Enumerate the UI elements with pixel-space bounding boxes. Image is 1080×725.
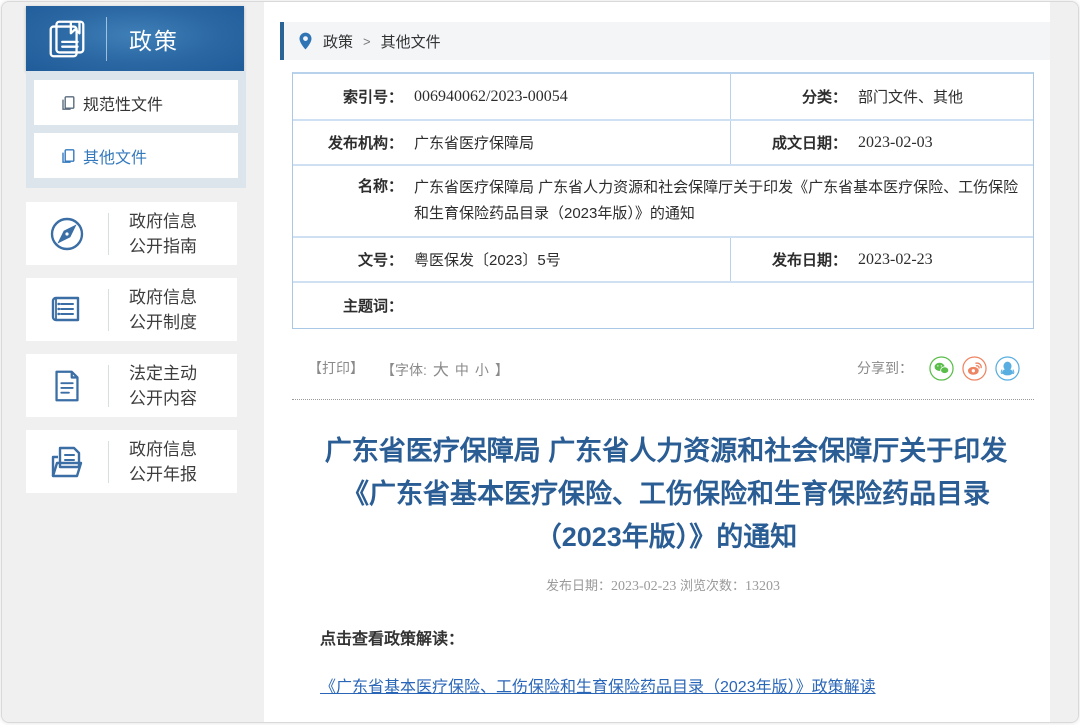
page: 政策 规范性文件 其他文件 [1, 1, 1079, 723]
sidebar-item-label: 其他文件 [83, 144, 147, 168]
sidebar-item-label: 政府信息 公开指南 [129, 209, 197, 259]
sidebar-item-label: 政府信息 公开年报 [129, 437, 197, 487]
meta-written-date: 成文日期： 2023-02-03 [730, 121, 1033, 164]
table-row: 名称： 广东省医疗保障局 广东省人力资源和社会保障厅关于印发《广东省基本医疗保险… [293, 164, 1033, 236]
breadcrumb-item-other-docs[interactable]: 其他文件 [381, 31, 441, 52]
table-row: 主题词： [293, 281, 1033, 328]
sidebar-item-statutory-disclosure[interactable]: 法定主动 公开内容 [26, 354, 237, 417]
article-title: 广东省医疗保障局 广东省人力资源和社会保障厅关于印发《广东省基本医疗保险、工伤保… [316, 430, 1016, 559]
share-label: 分享到： [857, 358, 913, 378]
meta-category: 分类： 部门文件、其他 [730, 74, 1033, 119]
views-label: 浏览次数： [680, 578, 745, 593]
policy-interpretation-intro: 点击查看政策解读： [320, 625, 1050, 649]
sidebar-header-title: 政策 [129, 22, 179, 56]
article-toolbar: 【打印】 【字体: 大中小】 分享到： [292, 355, 1034, 381]
font-size-medium-button[interactable]: 中 [455, 362, 469, 378]
meta-document-name: 名称： 广东省医疗保障局 广东省人力资源和社会保障厅关于印发《广东省基本医疗保险… [293, 166, 1033, 236]
table-row: 索引号： 006940062/2023-00054 分类： 部门文件、其他 [293, 74, 1033, 119]
file-icon [60, 95, 76, 111]
meta-publish-date: 发布日期： 2023-02-23 [730, 238, 1033, 281]
sidebar-nav-panel: 规范性文件 其他文件 [26, 71, 246, 188]
card-divider [108, 365, 109, 407]
qq-share-icon[interactable] [995, 356, 1020, 381]
sidebar-item-gov-info-guide[interactable]: 政府信息 公开指南 [26, 202, 237, 265]
article-meta: 发布日期：2023-02-23 浏览次数：13203 [292, 575, 1034, 595]
card-divider [108, 289, 109, 331]
location-pin-icon [298, 32, 313, 50]
font-size-controls: 【字体: 大中小】 [378, 356, 512, 380]
notebook-icon [26, 290, 108, 330]
font-suffix-label: 】 [495, 362, 509, 378]
sidebar-item-normative-docs[interactable]: 规范性文件 [34, 80, 238, 125]
publish-date-label: 发布日期： [546, 578, 611, 593]
sidebar-item-other-docs[interactable]: 其他文件 [34, 133, 238, 178]
main-content: 政策 > 其他文件 索引号： 006940062/2023-00054 分类： … [264, 2, 1050, 722]
meta-index-number: 索引号： 006940062/2023-00054 [293, 74, 730, 119]
font-prefix-label: 【字体: [381, 362, 427, 378]
sidebar-cards: 政府信息 公开指南 政府信息 公开制度 [26, 202, 237, 493]
table-row: 文号： 粤医保发〔2023〕5号 发布日期： 2023-02-23 [293, 236, 1033, 281]
compass-icon [26, 214, 108, 254]
sidebar-item-label: 法定主动 公开内容 [129, 361, 197, 411]
meta-issuing-agency: 发布机构： 广东省医疗保障局 [293, 121, 730, 164]
wechat-share-icon[interactable] [929, 356, 954, 381]
breadcrumb-separator: > [363, 34, 371, 49]
document-icon [26, 367, 108, 405]
news-link[interactable]: 3月1日起，广东执行新版医保药品目录，新增111个药！ [320, 721, 1050, 723]
sidebar-item-label: 政府信息 公开制度 [129, 285, 197, 335]
breadcrumb: 政策 > 其他文件 [280, 22, 1050, 60]
views-value: 13203 [745, 579, 780, 594]
sidebar-item-gov-info-system[interactable]: 政府信息 公开制度 [26, 278, 237, 341]
card-divider [108, 213, 109, 255]
policy-interpretation-link[interactable]: 《广东省基本医疗保险、工伤保险和生育保险药品目录（2023年版）》政策解读 [320, 673, 1050, 697]
section-divider [292, 399, 1034, 400]
breadcrumb-item-policy[interactable]: 政策 [323, 31, 353, 52]
file-icon [60, 148, 76, 164]
publish-date-value: 2023-02-23 [611, 579, 676, 594]
sidebar-header-policy: 政策 [26, 6, 244, 71]
sidebar: 政策 规范性文件 其他文件 [2, 2, 264, 722]
article-body: 点击查看政策解读： 《广东省基本医疗保险、工伤保险和生育保险药品目录（2023年… [320, 625, 1050, 723]
header-divider [106, 17, 107, 61]
right-gutter [1050, 2, 1078, 722]
print-button[interactable]: 【打印】 [308, 358, 364, 378]
meta-doc-number: 文号： 粤医保发〔2023〕5号 [293, 238, 730, 281]
sidebar-item-label: 规范性文件 [83, 91, 163, 115]
font-size-large-button[interactable]: 大 [433, 362, 449, 379]
policy-books-icon [44, 16, 90, 62]
weibo-share-icon[interactable] [962, 356, 987, 381]
meta-keywords: 主题词： [293, 283, 1033, 328]
folder-report-icon [26, 442, 108, 482]
sidebar-item-gov-info-annual-report[interactable]: 政府信息 公开年报 [26, 430, 237, 493]
card-divider [108, 441, 109, 483]
table-row: 发布机构： 广东省医疗保障局 成文日期： 2023-02-03 [293, 119, 1033, 164]
document-meta-table: 索引号： 006940062/2023-00054 分类： 部门文件、其他 发布… [292, 72, 1034, 329]
font-size-small-button[interactable]: 小 [475, 362, 489, 378]
